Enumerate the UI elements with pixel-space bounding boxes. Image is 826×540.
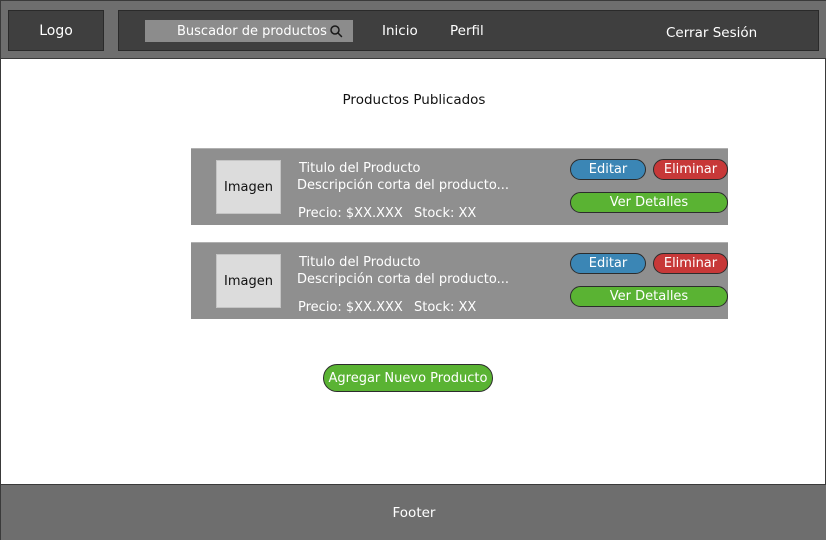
product-description: Descripción corta del producto... — [297, 178, 509, 193]
logo[interactable]: Logo — [8, 10, 104, 51]
nav-link-inicio[interactable]: Inicio — [382, 23, 418, 39]
product-price: Precio: $XX.XXX — [298, 206, 403, 221]
details-button[interactable]: Ver Detalles — [570, 286, 728, 307]
product-stock: Stock: XX — [414, 206, 477, 221]
product-card: Imagen Titulo del Producto Descripción c… — [191, 242, 728, 319]
product-price: Precio: $XX.XXX — [298, 300, 403, 315]
delete-button[interactable]: Eliminar — [653, 159, 728, 180]
delete-button[interactable]: Eliminar — [653, 253, 728, 274]
page: Logo Buscador de productos Inicio Perfil… — [0, 0, 826, 540]
search-icon[interactable] — [329, 24, 343, 38]
footer: Footer — [1, 484, 826, 540]
product-description: Descripción corta del producto... — [297, 272, 509, 287]
logout-link[interactable]: Cerrar Sesión — [666, 25, 757, 41]
edit-button[interactable]: Editar — [570, 253, 646, 274]
product-card: Imagen Titulo del Producto Descripción c… — [191, 148, 728, 225]
product-title: Titulo del Producto — [299, 255, 421, 270]
edit-button[interactable]: Editar — [570, 159, 646, 180]
product-stock: Stock: XX — [414, 300, 477, 315]
product-title: Titulo del Producto — [299, 161, 421, 176]
page-title: Productos Publicados — [342, 92, 486, 108]
header: Logo Buscador de productos Inicio Perfil… — [1, 1, 826, 59]
search-placeholder: Buscador de productos — [177, 23, 327, 39]
product-image: Imagen — [216, 254, 281, 308]
add-product-button[interactable]: Agregar Nuevo Producto — [323, 364, 493, 392]
search-input[interactable]: Buscador de productos — [145, 20, 353, 42]
navbar: Buscador de productos Inicio Perfil Cerr… — [118, 10, 819, 51]
product-image: Imagen — [216, 160, 281, 214]
nav-link-perfil[interactable]: Perfil — [450, 23, 484, 39]
details-button[interactable]: Ver Detalles — [570, 192, 728, 213]
